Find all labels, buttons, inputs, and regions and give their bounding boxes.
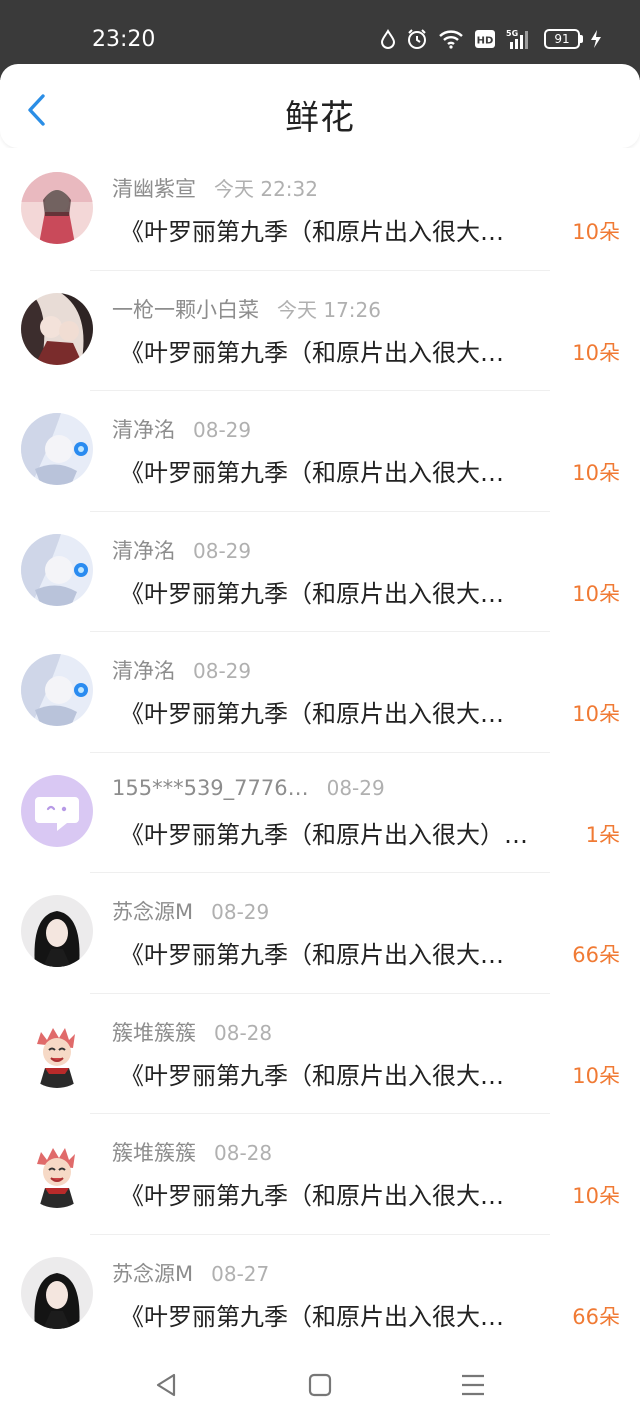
avatar[interactable] xyxy=(21,654,93,726)
avatar-image xyxy=(21,413,93,485)
battery-level: 91 xyxy=(554,32,570,46)
message-preview: 《叶罗丽第九季（和原片出入很大… xyxy=(120,1061,504,1090)
sender-name: 清幽紫宣 xyxy=(112,177,196,201)
back-triangle-icon[interactable] xyxy=(152,1370,182,1400)
svg-text:5G: 5G xyxy=(506,29,518,38)
avatar[interactable] xyxy=(21,172,93,244)
avatar-image xyxy=(21,654,93,726)
list-item[interactable]: 一枪一颗小白菜 今天 17:26 《叶罗丽第九季（和原片出入很大… 10朵 xyxy=(0,271,640,391)
sender-info: 清净洺 08-29 xyxy=(112,655,251,685)
message-preview: 《叶罗丽第九季（和原片出入很大… xyxy=(120,338,504,367)
flower-count: 10朵 xyxy=(572,1184,620,1208)
sent-time: 08-29 xyxy=(193,418,252,442)
home-square-icon[interactable] xyxy=(305,1370,335,1400)
avatar[interactable] xyxy=(21,413,93,485)
message-preview: 《叶罗丽第九季（和原片出入很大… xyxy=(120,941,504,969)
sent-time: 今天 17:26 xyxy=(277,297,381,322)
sender-info: 清净洺 08-29 xyxy=(112,535,251,565)
avatar[interactable] xyxy=(21,1256,93,1329)
sender-name: 清净洺 xyxy=(112,659,175,683)
list-item[interactable]: 苏念源M 08-27 《叶罗丽第九季（和原片出入很大… 66朵 xyxy=(0,1235,640,1356)
alarm-icon xyxy=(408,29,426,49)
avatar-image xyxy=(21,1256,93,1329)
avatar-image xyxy=(21,533,93,606)
list-item[interactable]: 簇堆簇簇 08-28 《叶罗丽第九季（和原片出入很大… 10朵 xyxy=(0,1114,640,1235)
sent-time: 08-27 xyxy=(211,1261,270,1286)
flower-count: 10朵 xyxy=(572,461,620,485)
avatar[interactable] xyxy=(21,1136,93,1208)
flower-count: 10朵 xyxy=(572,581,620,606)
wifi-icon xyxy=(439,30,463,49)
sent-time: 08-29 xyxy=(326,775,385,800)
default-avatar-icon xyxy=(21,774,93,847)
list-item[interactable]: 清幽紫宣 今天 22:32 《叶罗丽第九季（和原片出入很大… 10朵 xyxy=(0,150,640,271)
avatar[interactable] xyxy=(21,774,93,847)
message-preview: 《叶罗丽第九季（和原片出入很大… xyxy=(120,579,504,608)
flower-count: 66朵 xyxy=(572,943,620,967)
charging-icon xyxy=(591,30,601,48)
list-item[interactable]: 清净洺 08-29 《叶罗丽第九季（和原片出入很大… 10朵 xyxy=(0,632,640,753)
sender-name: 簇堆簇簇 xyxy=(112,1020,196,1045)
sender-name: 簇堆簇簇 xyxy=(112,1141,196,1165)
signal-5g-icon: 5G xyxy=(506,29,528,49)
avatar[interactable] xyxy=(21,292,93,365)
sender-info: 一枪一颗小白菜 今天 17:26 xyxy=(112,294,381,324)
sender-name: 苏念源M xyxy=(112,900,194,924)
sender-name: 清净洺 xyxy=(112,418,175,442)
message-preview: 《叶罗丽第九季（和原片出入很大… xyxy=(120,218,504,246)
flower-count: 10朵 xyxy=(572,702,620,726)
sender-info: 苏念源M 08-27 xyxy=(112,1258,269,1288)
flower-count: 66朵 xyxy=(572,1304,620,1329)
flower-count: 10朵 xyxy=(572,340,620,365)
sender-info: 155***539_7776… 08-29 xyxy=(112,776,385,800)
message-preview: 《叶罗丽第九季（和原片出入很大… xyxy=(120,1302,504,1331)
avatar-image xyxy=(21,292,93,365)
avatar-image xyxy=(21,1136,93,1208)
sender-info: 簇堆簇簇 08-28 xyxy=(112,1017,272,1047)
svg-text:HD: HD xyxy=(477,36,494,47)
sender-name: 一枪一颗小白菜 xyxy=(112,297,259,322)
sender-name: 155***539_7776… xyxy=(112,775,309,800)
sender-info: 苏念源M 08-29 xyxy=(112,896,269,926)
message-preview: 《叶罗丽第九季（和原片出入很大… xyxy=(120,700,504,728)
avatar-image xyxy=(21,172,93,244)
flower-count: 1朵 xyxy=(585,822,620,847)
avatar[interactable] xyxy=(21,1015,93,1088)
list-item[interactable]: 苏念源M 08-29 《叶罗丽第九季（和原片出入很大… 66朵 xyxy=(0,873,640,994)
sender-info: 清净洺 08-29 xyxy=(112,414,251,444)
list-item[interactable]: 簇堆簇簇 08-28 《叶罗丽第九季（和原片出入很大… 10朵 xyxy=(0,994,640,1114)
flower-count: 10朵 xyxy=(572,220,620,244)
status-icons: HD 5G 91 xyxy=(380,28,602,50)
sent-time: 今天 22:32 xyxy=(214,177,318,201)
drop-icon xyxy=(380,29,396,49)
list-item[interactable]: 155***539_7776… 08-29 《叶罗丽第九季（和原片出入很大）… 1… xyxy=(0,753,640,873)
avatar[interactable] xyxy=(21,533,93,606)
battery-icon: 91 xyxy=(544,29,583,49)
hd-icon: HD xyxy=(475,30,495,48)
list-item[interactable]: 清净洺 08-29 《叶罗丽第九季（和原片出入很大… 10朵 xyxy=(0,512,640,632)
avatar-image xyxy=(21,1015,93,1088)
sender-name: 苏念源M xyxy=(112,1261,194,1286)
sender-info: 簇堆簇簇 08-28 xyxy=(112,1137,272,1167)
sent-time: 08-29 xyxy=(193,659,252,683)
sender-info: 清幽紫宣 今天 22:32 xyxy=(112,173,318,203)
list-item[interactable]: 清净洺 08-29 《叶罗丽第九季（和原片出入很大… 10朵 xyxy=(0,391,640,512)
status-time: 23:20 xyxy=(92,27,156,52)
page-title: 鲜花 xyxy=(285,98,355,138)
sent-time: 08-29 xyxy=(193,538,252,563)
flower-list: 清幽紫宣 今天 22:32 《叶罗丽第九季（和原片出入很大… 10朵 一枪一颗小白… xyxy=(0,150,640,1355)
sender-name: 清净洺 xyxy=(112,538,175,563)
sent-time: 08-28 xyxy=(214,1020,273,1045)
message-preview: 《叶罗丽第九季（和原片出入很大）… xyxy=(120,820,528,849)
system-navigation-bar xyxy=(0,1358,640,1422)
avatar-image xyxy=(21,895,93,967)
flower-count: 10朵 xyxy=(572,1063,620,1088)
message-preview: 《叶罗丽第九季（和原片出入很大… xyxy=(120,459,504,487)
message-preview: 《叶罗丽第九季（和原片出入很大… xyxy=(120,1182,504,1210)
sent-time: 08-29 xyxy=(211,900,270,924)
nav-header: 鲜花 xyxy=(0,64,640,148)
avatar[interactable] xyxy=(21,895,93,967)
sent-time: 08-28 xyxy=(214,1141,273,1165)
menu-lines-icon[interactable] xyxy=(458,1370,488,1400)
